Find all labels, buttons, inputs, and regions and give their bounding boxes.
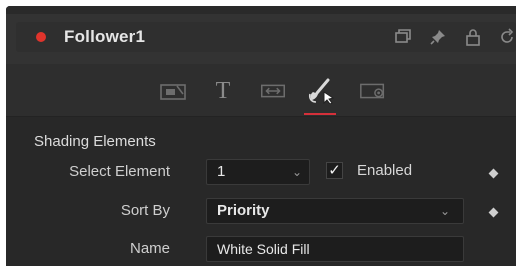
restore-window-icon[interactable] [392,28,414,48]
inspector-tab-strip: T [6,64,516,117]
sort-by-value: Priority [217,202,270,219]
select-element-label: Select Element [69,163,170,180]
image-settings-tab-icon[interactable] [358,78,388,104]
chevron-down-icon: ⌄ [291,165,303,179]
controls-tab-icon[interactable] [158,78,188,104]
node-header: Follower1 [6,6,516,64]
text-tab-icon[interactable]: T [208,78,238,104]
node-title: Follower1 [64,27,146,46]
sort-by-label: Sort By [120,202,170,219]
enabled-checkbox[interactable]: ✓ [326,162,343,179]
section-title: Shading Elements [34,133,156,150]
shading-brush-icon[interactable] [306,78,336,104]
lock-icon[interactable] [462,28,484,48]
active-tab-indicator [304,113,336,115]
sort-by-dropdown[interactable]: Priority ⌄ [206,198,464,224]
chevron-down-icon: ⌄ [439,204,451,218]
shading-elements-section: Shading Elements Select Element 1 ⌄ ✓ En… [6,117,516,266]
select-element-dropdown[interactable]: 1 ⌄ [206,159,310,185]
reset-icon[interactable] [496,28,516,48]
pin-icon[interactable] [427,28,449,48]
enabled-label: Enabled [357,162,413,179]
keyframe-diamond-icon[interactable] [488,168,499,179]
node-status-dot[interactable] [36,32,46,42]
header-divider [6,6,516,14]
inspector-panel: Follower1 T Shading Elements Select Elem… [6,6,516,266]
select-element-value: 1 [217,163,226,180]
name-label: Name [129,240,170,257]
name-input[interactable]: White Solid Fill [206,236,464,262]
text-tab-glyph: T [215,77,231,104]
keyframe-diamond-icon[interactable] [488,207,499,218]
layout-tab-icon[interactable] [258,78,288,104]
